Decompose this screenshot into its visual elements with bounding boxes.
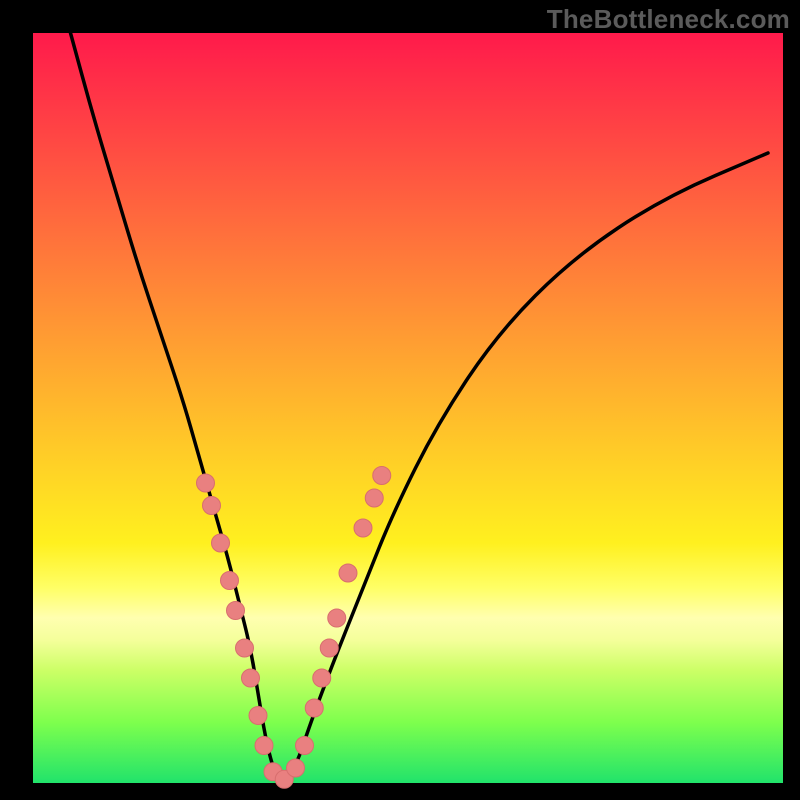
chart-dot xyxy=(227,602,245,620)
chart-dot xyxy=(197,474,215,492)
chart-dot xyxy=(328,609,346,627)
chart-dot xyxy=(255,737,273,755)
chart-dot xyxy=(365,489,383,507)
chart-dot xyxy=(287,759,305,777)
chart-dot xyxy=(236,639,254,657)
chart-dot xyxy=(242,669,260,687)
chart-frame: TheBottleneck.com xyxy=(0,0,800,800)
chart-dot xyxy=(296,737,314,755)
chart-dot xyxy=(354,519,372,537)
chart-dot xyxy=(212,534,230,552)
chart-dot xyxy=(320,639,338,657)
chart-dot xyxy=(339,564,357,582)
chart-plot-area xyxy=(33,33,783,783)
chart-dot xyxy=(203,497,221,515)
chart-dot xyxy=(221,572,239,590)
chart-dot xyxy=(313,669,331,687)
chart-dots-group xyxy=(197,467,391,789)
chart-dot xyxy=(305,699,323,717)
chart-dot xyxy=(249,707,267,725)
bottleneck-curve xyxy=(71,33,769,779)
watermark-text: TheBottleneck.com xyxy=(547,4,790,35)
chart-dot xyxy=(373,467,391,485)
chart-svg xyxy=(33,33,783,783)
